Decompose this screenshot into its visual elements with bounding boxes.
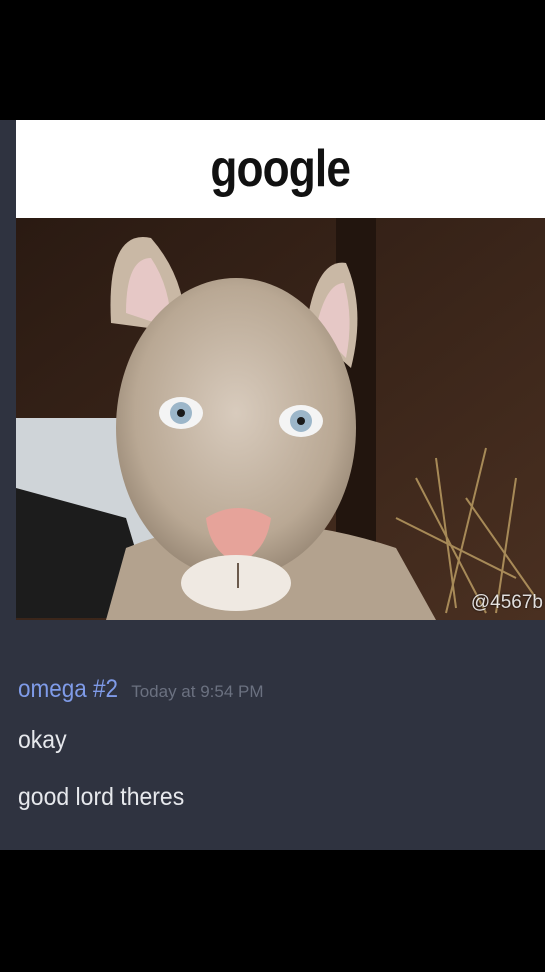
message-header: omega #2 Today at 9:54 PM bbox=[18, 675, 264, 704]
message-line: okay bbox=[18, 726, 67, 754]
cougar-photo: @4567b bbox=[16, 218, 545, 620]
chat-message: omega #2 Today at 9:54 PM okay good lord… bbox=[0, 620, 545, 850]
meme-attachment[interactable]: google @4567b bbox=[16, 120, 545, 620]
watermark: @4567b bbox=[470, 592, 543, 613]
cougar-illustration bbox=[16, 218, 545, 620]
chat-frame: google @4567b omega #2 Today at 9:54 PM … bbox=[0, 120, 545, 850]
meme-caption: google bbox=[210, 140, 352, 198]
timestamp: Today at 9:54 PM bbox=[131, 682, 264, 701]
username[interactable]: omega #2 bbox=[18, 675, 118, 704]
meme-caption-bar: google bbox=[16, 120, 545, 218]
message-line: good lord theres bbox=[18, 783, 185, 811]
